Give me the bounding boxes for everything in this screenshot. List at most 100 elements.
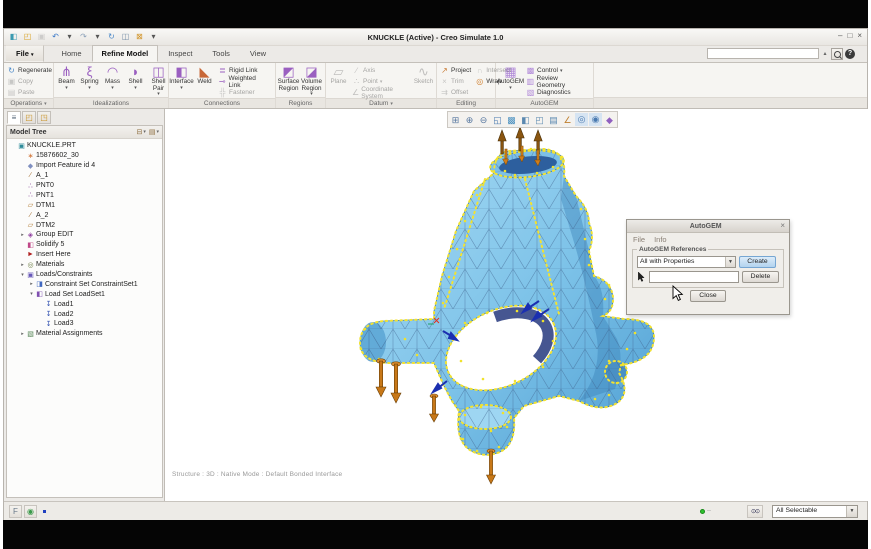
zoom-out-button[interactable]: ⊖ [477, 113, 490, 126]
offset-button[interactable]: ⇉Offset [438, 87, 473, 98]
tree-item-solidify5[interactable]: ◧Solidify 5 [7, 240, 162, 250]
autogem-dialog-titlebar[interactable]: AutoGEM × [627, 220, 789, 233]
volume-region-button[interactable]: ◪Volume Region▾ [300, 64, 323, 97]
status-bar: F ◉ -- ⊙⊙ All Selectable ▼ [4, 501, 867, 520]
tree-item-pnt0[interactable]: ∴PNT0 [7, 181, 162, 191]
group-label-connections: Connections [169, 98, 275, 108]
chevron-down-icon[interactable]: ▼ [725, 257, 735, 267]
dialog-menu-file[interactable]: File [633, 235, 645, 244]
mass-button[interactable]: ◠Mass▾ [101, 64, 124, 97]
folder-browser-tab[interactable]: ◰ [22, 111, 36, 124]
orientation-mode-button[interactable]: ◉ [589, 113, 602, 126]
help-icon[interactable]: ? [845, 49, 855, 59]
spin-center-button[interactable]: ◎ [575, 113, 588, 126]
tree-item-dtm1[interactable]: ▱DTM1 [7, 200, 162, 210]
sketch-button[interactable]: ∿Sketch▾ [412, 64, 435, 98]
group-label-datum[interactable]: Datum▾ [326, 98, 436, 108]
simulation-display-icon: ◆ [606, 115, 613, 125]
minimize-button[interactable]: – [838, 31, 842, 40]
tab-inspect[interactable]: Inspect [158, 45, 202, 62]
group-label-operations[interactable]: Operations▾ [4, 98, 53, 108]
tree-item-import-feature[interactable]: ◆Import Feature id 4 [7, 161, 162, 171]
search-icon[interactable] [831, 48, 843, 60]
collapse-ribbon-icon[interactable]: ▴ [821, 50, 829, 57]
tree-item-materials[interactable]: ▸◎Materials [7, 260, 162, 270]
intersect-button[interactable]: ∩Intersect [473, 65, 513, 76]
tree-item-dtm2[interactable]: ▱DTM2 [7, 220, 162, 230]
mass-icon: ◠ [107, 65, 118, 79]
favorites-tab[interactable]: ◳ [37, 111, 51, 124]
zoom-window-button[interactable]: ⊞ [449, 113, 462, 126]
file-menu-button[interactable]: File ▾ [6, 45, 44, 62]
coordinate-system-button[interactable]: ∠Coordinate System▾ [350, 87, 412, 98]
tree-filter-button[interactable]: ▤▾ [149, 128, 159, 136]
tree-item-load3[interactable]: ↧Load3 [7, 319, 162, 329]
spring-button[interactable]: ξSpring▾ [78, 64, 101, 97]
saved-orientations-button[interactable]: ◰ [533, 113, 546, 126]
tree-item-group-edit[interactable]: ▸◈Group EDIT [7, 230, 162, 240]
references-collector-input[interactable] [649, 271, 739, 283]
tree-item-load1[interactable]: ↧Load1 [7, 299, 162, 309]
tree-item-a1[interactable]: ∕A_1 [7, 171, 162, 181]
tree-item-load2[interactable]: ↧Load2 [7, 309, 162, 319]
dialog-close-icon[interactable]: × [780, 221, 785, 231]
axis-button[interactable]: ∕Axis▾ [350, 65, 412, 76]
model-tree-tab[interactable]: ≡ [7, 111, 21, 124]
display-style-button[interactable]: ◧ [519, 113, 532, 126]
interface-button[interactable]: ◧Interface▾ [170, 64, 193, 98]
delete-button[interactable]: Delete [742, 271, 779, 283]
surface-region-button[interactable]: ◩Surface Region▾ [277, 64, 300, 97]
tree-item-constraint-set[interactable]: ▸◨Constraint Set ConstraintSet1 [7, 279, 162, 289]
command-search-input[interactable] [707, 48, 819, 59]
simulation-display-button[interactable]: ◆ [603, 113, 616, 126]
shell-button[interactable]: ◗Shell▾ [124, 64, 147, 97]
review-geometry-button[interactable]: ▥Review Geometry▾ [524, 76, 592, 87]
dialog-close-button[interactable]: Close [690, 290, 726, 302]
trim-button[interactable]: ×Trim [438, 76, 473, 87]
shell-pair-button[interactable]: ◫Shell Pair▾ [147, 64, 170, 97]
navigator-tabs: ≡◰◳ [7, 111, 51, 124]
datum-display-button[interactable]: ∠ [561, 113, 574, 126]
plane-button[interactable]: ▱Plane▾ [327, 64, 350, 98]
tab-view[interactable]: View [240, 45, 276, 62]
tree-item-load-set[interactable]: ▾◧Load Set LoadSet1 [7, 289, 162, 299]
refit-button[interactable]: ◱ [491, 113, 504, 126]
regenerate-button[interactable]: ↻Regenerate▾ [5, 65, 59, 76]
sketch-icon: ∿ [418, 65, 429, 79]
copy-button[interactable]: ▣Copy▾ [5, 76, 59, 87]
find-button[interactable]: ⊙⊙ [747, 505, 763, 518]
view-manager-button[interactable]: ▤ [547, 113, 560, 126]
create-button[interactable]: Create [739, 256, 776, 268]
repaint-button[interactable]: ▩ [505, 113, 518, 126]
project-button[interactable]: ↗Project [438, 65, 473, 76]
geometry-filter-button[interactable]: F [9, 505, 22, 518]
tree-item-material-assignments[interactable]: ▸▧Material Assignments [7, 329, 162, 339]
close-button[interactable]: × [857, 31, 862, 40]
diagnostics-button[interactable]: ▧Diagnostics▾ [524, 87, 592, 98]
selection-arrow-icon [637, 272, 646, 282]
weighted-link-button[interactable]: ⊸Weighted Link▾ [216, 76, 274, 87]
references-combobox[interactable]: All with Properties ▼ [637, 256, 736, 268]
tree-settings-button[interactable]: ⊟▾ [136, 128, 145, 136]
tree-item-knuckle-prt[interactable]: ▣KNUCKLE.PRT [7, 141, 162, 151]
tree-item-15876602-30[interactable]: ∗15876602_30 [7, 151, 162, 161]
tree-item-loads-constraints[interactable]: ▾▣Loads/Constraints [7, 270, 162, 280]
zoom-in-button[interactable]: ⊕ [463, 113, 476, 126]
web-browser-button[interactable]: ◉ [24, 505, 37, 518]
tab-home[interactable]: Home [52, 45, 92, 62]
chevron-down-icon[interactable]: ▼ [846, 506, 857, 517]
tree-item-a2[interactable]: ∕A_2 [7, 210, 162, 220]
selection-filter-combobox[interactable]: All Selectable ▼ [772, 505, 858, 518]
paste-button[interactable]: ▤Paste▾ [5, 87, 59, 98]
restore-button[interactable]: □ [847, 31, 852, 40]
fastener-button[interactable]: ╬Fastener▾ [216, 87, 274, 98]
tree-item-insert-here[interactable]: ►Insert Here [7, 250, 162, 260]
tab-tools[interactable]: Tools [202, 45, 240, 62]
tab-refine-model[interactable]: Refine Model [92, 45, 159, 62]
autogem-dialog-title: AutoGEM [631, 223, 780, 230]
weld-button[interactable]: ◣Weld▾ [193, 64, 216, 98]
autogem-dialog: AutoGEM × File Info AutoGEM References A… [626, 219, 790, 315]
tree-item-pnt1[interactable]: ∴PNT1 [7, 190, 162, 200]
dialog-menu-info[interactable]: Info [654, 235, 667, 244]
interface-icon: ◧ [175, 65, 187, 79]
